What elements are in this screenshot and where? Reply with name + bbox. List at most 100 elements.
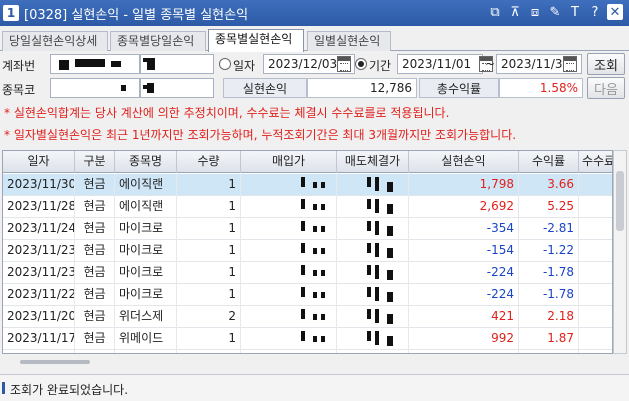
- redaction: [375, 199, 379, 213]
- table-row[interactable]: 2023/11/17현금위더스제1 610.63: [3, 350, 612, 354]
- cell-stock-name: 에이직랜: [115, 174, 177, 196]
- redaction: [367, 309, 371, 319]
- col-sell-price[interactable]: 매도체결가: [337, 151, 409, 173]
- table-row[interactable]: 2023/11/30 현금 에이직랜 1 1,798 3.66: [3, 174, 612, 196]
- col-date[interactable]: 일자: [3, 151, 75, 173]
- redaction: [321, 314, 325, 320]
- redaction: [321, 292, 325, 298]
- cell-quantity: 1: [177, 284, 241, 306]
- redaction: [59, 60, 69, 70]
- redaction: [387, 270, 393, 280]
- date-from-field[interactable]: 2023/11/01: [397, 54, 483, 74]
- col-type[interactable]: 구분: [75, 151, 115, 173]
- redaction: [321, 336, 325, 342]
- tab-stock-realized-pnl[interactable]: 종목별실현손익: [208, 29, 304, 52]
- window-icon[interactable]: ⧉: [487, 4, 503, 20]
- redaction: [375, 243, 379, 257]
- horizontal-scrollbar[interactable]: [20, 360, 90, 364]
- cell-type: 현금: [75, 328, 115, 350]
- redaction: [321, 182, 325, 188]
- cell-fee: [579, 328, 612, 350]
- table-row[interactable]: 2023/11/17 현금 위메이드 1 992 1.87: [3, 328, 612, 350]
- pin-icon[interactable]: ⊼: [507, 4, 523, 20]
- col-fee[interactable]: 수수료: [579, 151, 612, 173]
- cell-return-rate: 0.63: [519, 350, 579, 353]
- cell-buy-price: [241, 306, 337, 328]
- redaction: [367, 353, 371, 354]
- cell-sell-price: [337, 262, 409, 284]
- cell-sell-price: [337, 284, 409, 306]
- redaction: [387, 226, 393, 236]
- scroll-thumb[interactable]: [616, 171, 624, 231]
- table-row[interactable]: 2023/11/23 현금 마이크로 1 -154 -1.22: [3, 240, 612, 262]
- realized-pnl-grid[interactable]: 일자 구분 종목명 수량 매입가 매도체결가 실현손익 수익률 수수료 2023…: [2, 150, 613, 354]
- cell-type: 현금: [75, 350, 115, 353]
- table-row[interactable]: 2023/11/23 현금 마이크로 1 -224 -1.78: [3, 262, 612, 284]
- daily-mode-label: 일자: [233, 59, 256, 73]
- status-indicator: [2, 382, 5, 394]
- daily-mode-radio[interactable]: [219, 58, 231, 70]
- table-row[interactable]: 2023/11/24 현금 마이크로 1 -354 -2.81: [3, 218, 612, 240]
- cell-date: 2023/11/30: [3, 174, 75, 196]
- table-row[interactable]: 2023/11/22 현금 마이크로 1 -224 -1.78: [3, 284, 612, 306]
- redaction: [367, 177, 371, 187]
- vertical-scrollbar[interactable]: [613, 150, 627, 354]
- tab-daily-realized-detail[interactable]: 당일실현손익상세: [2, 31, 108, 51]
- cell-date: 2023/11/17: [3, 350, 75, 353]
- cell-stock-name: 마이크로: [115, 262, 177, 284]
- close-icon[interactable]: ✕: [607, 4, 623, 20]
- cell-return-rate: -1.78: [519, 284, 579, 306]
- redaction: [313, 270, 317, 276]
- col-quantity[interactable]: 수량: [177, 151, 241, 173]
- cell-date: 2023/11/23: [3, 262, 75, 284]
- col-buy-price[interactable]: 매입가: [241, 151, 337, 173]
- stock-code-field[interactable]: [50, 78, 140, 98]
- link-icon[interactable]: ⧈: [527, 4, 543, 20]
- col-return-rate[interactable]: 수익률: [519, 151, 579, 173]
- redaction: [375, 331, 379, 345]
- cell-buy-price: [241, 240, 337, 262]
- stock-code-label: 종목코: [2, 83, 36, 97]
- redaction: [387, 336, 393, 346]
- cell-return-rate: -1.22: [519, 240, 579, 262]
- calendar-icon[interactable]: [563, 56, 577, 72]
- period-mode-radio[interactable]: [355, 58, 367, 70]
- col-stock-name[interactable]: 종목명: [115, 151, 177, 173]
- redaction: [301, 287, 305, 297]
- cell-date: 2023/11/20: [3, 306, 75, 328]
- table-row[interactable]: 2023/11/20 현금 위더스제 2 421 2.18: [3, 306, 612, 328]
- redaction: [367, 243, 371, 253]
- tab-daily-realized-pnl[interactable]: 일별실현손익: [307, 31, 391, 51]
- account-number-field[interactable]: [50, 54, 140, 74]
- notice-line: * 실현손익합계는 당사 계산에 의한 추정치이며, 수수료는 체결시 수수료를…: [4, 106, 450, 120]
- redaction: [313, 336, 317, 342]
- cell-quantity: 2: [177, 306, 241, 328]
- cell-sell-price: [337, 218, 409, 240]
- settings-icon[interactable]: ✎: [547, 4, 563, 20]
- text-size-icon[interactable]: T: [567, 4, 583, 20]
- redaction: [313, 292, 317, 298]
- cell-fee: [579, 240, 612, 262]
- tab-stock-daily-pnl[interactable]: 종목별당일손익: [110, 31, 206, 51]
- cell-stock-name: 마이크로: [115, 284, 177, 306]
- redaction: [387, 314, 393, 324]
- redaction: [147, 83, 154, 93]
- next-button[interactable]: 다음: [587, 77, 625, 99]
- redaction: [301, 221, 305, 231]
- redaction: [301, 353, 305, 354]
- cell-type: 현금: [75, 196, 115, 218]
- cell-stock-name: 위더스제: [115, 306, 177, 328]
- redaction: [147, 58, 155, 70]
- account-label: 계좌번: [2, 59, 36, 73]
- redaction: [321, 226, 325, 232]
- calendar-icon[interactable]: [337, 56, 351, 72]
- cell-buy-price: [241, 218, 337, 240]
- redaction: [313, 182, 317, 188]
- cell-date: 2023/11/22: [3, 284, 75, 306]
- help-icon[interactable]: ?: [587, 4, 603, 20]
- cell-date: 2023/11/28: [3, 196, 75, 218]
- cell-realized-pnl: -224: [409, 284, 519, 306]
- table-row[interactable]: 2023/11/28 현금 에이직랜 1 2,692 5.25: [3, 196, 612, 218]
- col-realized-pnl[interactable]: 실현손익: [409, 151, 519, 173]
- query-button[interactable]: 조회: [587, 53, 625, 75]
